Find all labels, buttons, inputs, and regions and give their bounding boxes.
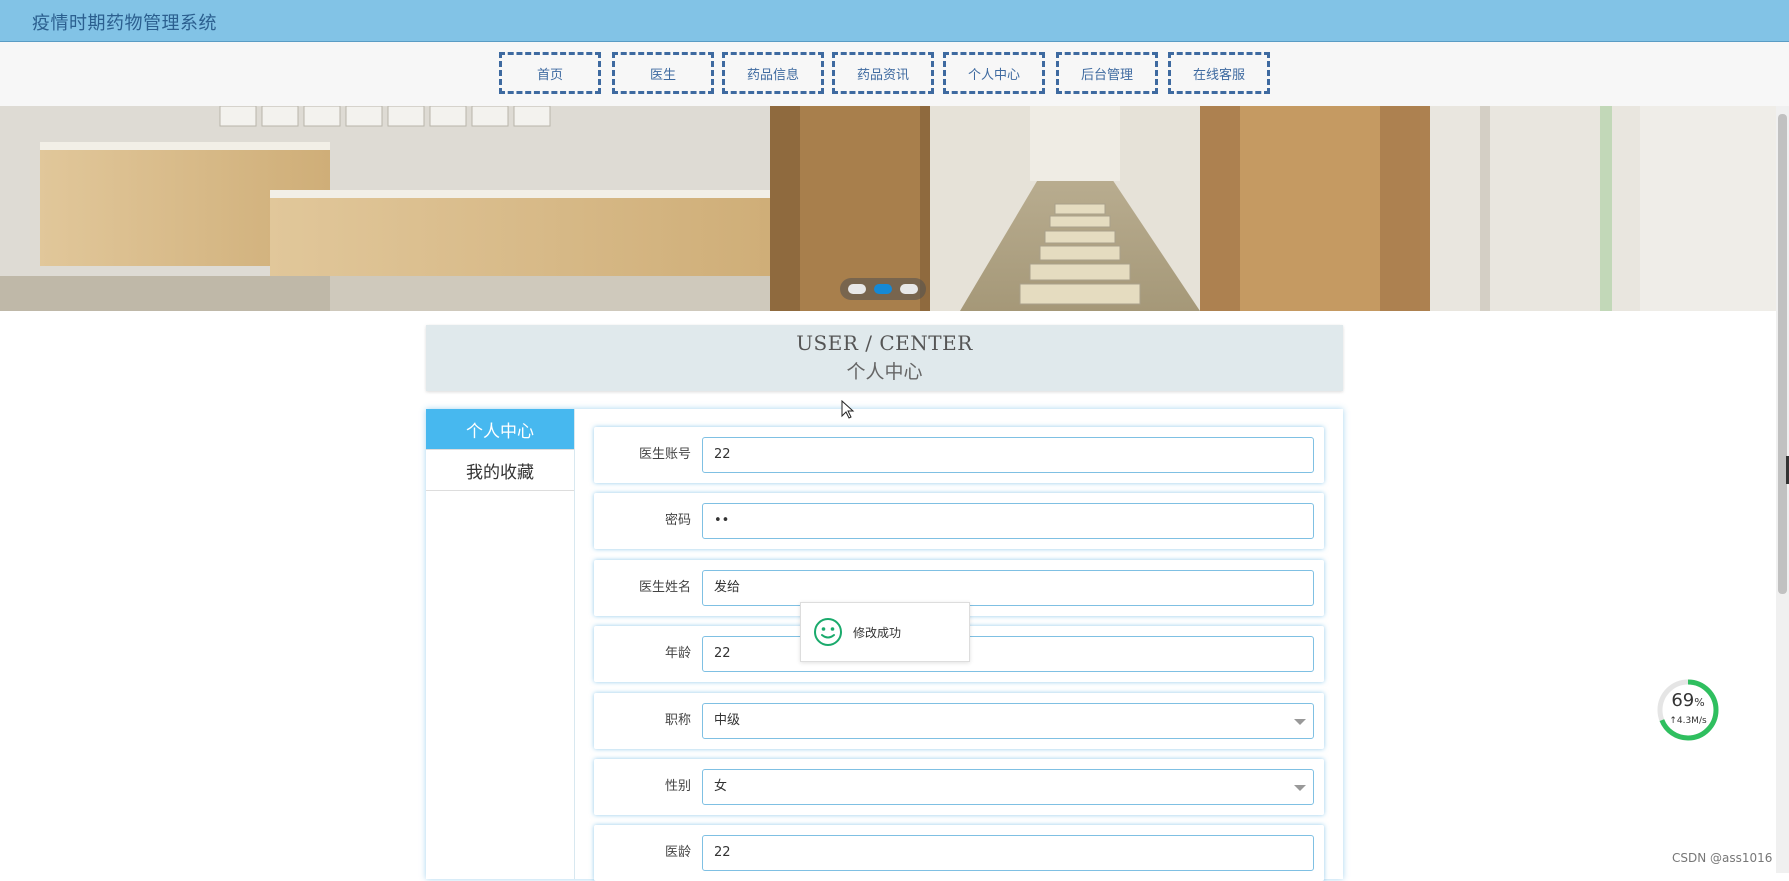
smile-icon	[814, 618, 842, 646]
sidebar-item-user-center[interactable]: 个人中心	[426, 409, 574, 450]
field-label: 年龄	[664, 646, 691, 661]
watermark: CSDN @ass1016	[1672, 851, 1773, 865]
app-title: 疫情时期药物管理系统	[32, 13, 217, 34]
field-label: 医生账号	[638, 447, 691, 462]
nav-user-center[interactable]: 个人中心	[943, 52, 1045, 94]
nav-admin[interactable]: 后台管理	[1056, 52, 1158, 94]
gender-select[interactable]: 女	[702, 769, 1314, 805]
nav-home[interactable]: 首页	[499, 52, 601, 94]
doctor-name-field[interactable]: 发给	[702, 570, 1314, 606]
top-header: 疫情时期药物管理系统	[0, 0, 1789, 42]
section-title-en: USER / CENTER	[796, 331, 973, 355]
nav-drug-info[interactable]: 药品信息	[722, 52, 824, 94]
form-row-password: 密码 ••	[594, 493, 1324, 549]
toast-message: 修改成功	[853, 626, 902, 640]
carousel-dot-2[interactable]	[874, 284, 892, 294]
carousel-dot-3[interactable]	[900, 284, 918, 294]
mouse-cursor-icon	[841, 400, 855, 419]
field-label: 密码	[664, 513, 691, 528]
sidebar: 个人中心 我的收藏	[426, 409, 575, 879]
main-nav: 首页 医生 药品信息 药品资讯 个人中心 后台管理 在线客服	[0, 42, 1789, 106]
years-practice-field[interactable]: 22	[702, 835, 1314, 871]
section-title-zh: 个人中心	[846, 361, 923, 383]
caret-down-icon	[1294, 719, 1306, 725]
success-toast: 修改成功	[800, 602, 970, 662]
scrollbar-thumb[interactable]	[1778, 114, 1787, 594]
age-field[interactable]: 22	[702, 636, 1314, 672]
speed-rate: ↑4.3M/s	[1669, 716, 1707, 726]
field-label: 职称	[664, 713, 691, 728]
speed-percent: 69%	[1671, 690, 1705, 711]
select-value: 女	[714, 779, 728, 794]
job-title-select[interactable]: 中级	[702, 703, 1314, 739]
nav-drug-news[interactable]: 药品资讯	[832, 52, 934, 94]
form-row-account: 医生账号 22	[594, 427, 1324, 483]
doctor-account-field[interactable]: 22	[702, 437, 1314, 473]
banner-carousel[interactable]	[0, 106, 1776, 311]
password-field[interactable]: ••	[702, 503, 1314, 539]
caret-down-icon	[1294, 785, 1306, 791]
select-value: 中级	[714, 713, 741, 728]
carousel-indicators	[840, 278, 926, 300]
nav-doctor[interactable]: 医生	[612, 52, 714, 94]
nav-online-service[interactable]: 在线客服	[1168, 52, 1270, 94]
page-scrollbar[interactable]	[1776, 106, 1789, 873]
field-label: 医生姓名	[638, 580, 691, 595]
network-speed-widget[interactable]: 69% ↑4.3M/s	[1656, 678, 1720, 742]
field-label: 性别	[664, 779, 691, 794]
form-row-title: 职称 中级	[594, 693, 1324, 749]
form-row-gender: 性别 女	[594, 759, 1324, 815]
sidebar-item-favorites[interactable]: 我的收藏	[426, 450, 574, 491]
section-header: USER / CENTER 个人中心	[426, 325, 1343, 391]
carousel-dot-1[interactable]	[848, 284, 866, 294]
